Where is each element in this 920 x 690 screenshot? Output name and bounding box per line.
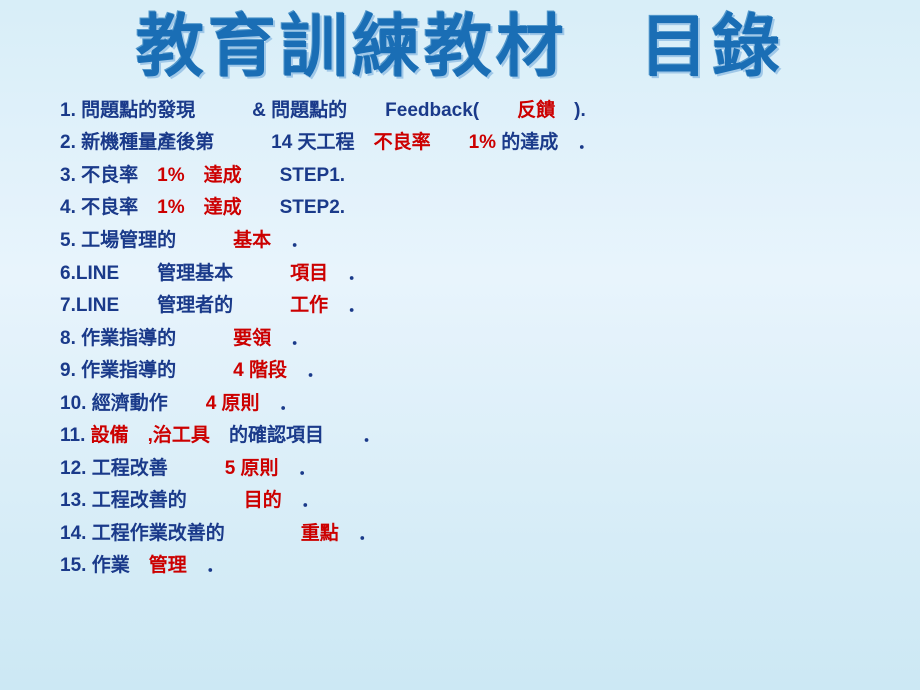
item-num: 11. bbox=[60, 425, 85, 446]
item-text2: ． bbox=[328, 295, 366, 316]
list-item: 13. 工程改善的 目的 ． bbox=[60, 487, 860, 515]
item-text1: 工程改善 bbox=[86, 458, 224, 479]
item-text1: 工程作業改善的 bbox=[86, 523, 300, 544]
item-text2: ). bbox=[555, 100, 586, 121]
item-num: 12. bbox=[60, 458, 86, 479]
item-text2: ． bbox=[282, 490, 320, 511]
item-text1: 經濟動作 bbox=[86, 393, 205, 414]
item-num: 6. bbox=[60, 263, 76, 284]
item-red: 1% 達成 bbox=[157, 197, 241, 218]
item-red: 項目 bbox=[290, 263, 328, 284]
page: 教育訓練教材 目錄 1. 問題點的發現 & 問題點的 Feedback( 反饋 … bbox=[0, 0, 920, 690]
item-text2: ． bbox=[271, 230, 309, 251]
item-highlight: Feedback( bbox=[385, 100, 517, 121]
item-num: 4. bbox=[60, 197, 76, 218]
item-text2: ． bbox=[271, 328, 309, 349]
item-red: 目的 bbox=[244, 490, 282, 511]
item-red: 5 原則 bbox=[225, 458, 279, 479]
item-text2: ． bbox=[339, 523, 377, 544]
item-num: 10. bbox=[60, 393, 86, 414]
item-text1: 工程改善的 bbox=[86, 490, 243, 511]
item-text1: 作業指導的 bbox=[76, 328, 233, 349]
item-num: 15. bbox=[60, 555, 86, 576]
item-red: 工作 bbox=[290, 295, 328, 316]
page-title: 教育訓練教材 目錄 bbox=[60, 10, 860, 85]
list-item: 5. 工場管理的 基本 ． bbox=[60, 227, 860, 255]
item-text2: ． bbox=[187, 555, 225, 576]
list-item: 15. 作業 管理 ． bbox=[60, 552, 860, 580]
item-red: 反饋 bbox=[517, 100, 555, 121]
item-text2: STEP1. bbox=[242, 165, 345, 186]
item-num: 14. bbox=[60, 523, 86, 544]
list-item: 10. 經濟動作 4 原則 ． bbox=[60, 390, 860, 418]
item-red: 1% 達成 bbox=[157, 165, 241, 186]
item-red: 4 階段 bbox=[233, 360, 287, 381]
item-num: 13. bbox=[60, 490, 86, 511]
item-text2: 的達成 ． bbox=[496, 132, 596, 153]
item-red: 基本 bbox=[233, 230, 271, 251]
item-num: 3. bbox=[60, 165, 76, 186]
item-red: 管理 bbox=[149, 555, 187, 576]
item-text2: STEP2. bbox=[242, 197, 345, 218]
item-red: 要領 bbox=[233, 328, 271, 349]
item-num: 2. bbox=[60, 132, 76, 153]
item-text1: 不良率 bbox=[76, 197, 157, 218]
item-text1: 作業指導的 bbox=[76, 360, 233, 381]
item-text2: ． bbox=[279, 458, 317, 479]
item-red: 不良率 1% bbox=[374, 132, 496, 153]
list-item: 11. 設備 ,治工具 的確認項目 ． bbox=[60, 422, 860, 450]
item-num: 7. bbox=[60, 295, 76, 316]
list-item: 12. 工程改善 5 原則 ． bbox=[60, 455, 860, 483]
list-item: 1. 問題點的發現 & 問題點的 Feedback( 反饋 ). bbox=[60, 97, 860, 125]
item-red: 4 原則 bbox=[206, 393, 260, 414]
item-red: 設備 ,治工具 bbox=[91, 425, 210, 446]
item-text1: 問題點的發現 & 問題點的 bbox=[76, 100, 385, 121]
item-text1: LINE 管理者的 bbox=[76, 295, 290, 316]
list-item: 9. 作業指導的 4 階段 ． bbox=[60, 357, 860, 385]
item-text1: 新機種量產後第 14 天工程 bbox=[76, 132, 374, 153]
list-item: 4. 不良率 1% 達成 STEP2. bbox=[60, 194, 860, 222]
item-text1: LINE 管理基本 bbox=[76, 263, 290, 284]
item-text1: 不良率 bbox=[76, 165, 157, 186]
list-item: 3. 不良率 1% 達成 STEP1. bbox=[60, 162, 860, 190]
list-item: 2. 新機種量產後第 14 天工程 不良率 1% 的達成 ． bbox=[60, 129, 860, 157]
item-text1: 作業 bbox=[86, 555, 148, 576]
item-num: 1. bbox=[60, 100, 76, 121]
item-num: 5. bbox=[60, 230, 76, 251]
item-text1: 工場管理的 bbox=[76, 230, 233, 251]
list-item: 6.LINE 管理基本 項目 ． bbox=[60, 260, 860, 288]
list-item: 8. 作業指導的 要領 ． bbox=[60, 325, 860, 353]
list-item: 7.LINE 管理者的 工作 ． bbox=[60, 292, 860, 320]
list-item: 14. 工程作業改善的 重點 ． bbox=[60, 520, 860, 548]
item-num: 9. bbox=[60, 360, 76, 381]
item-text2: ． bbox=[328, 263, 366, 284]
item-red: 重點 bbox=[301, 523, 339, 544]
item-text2: ． bbox=[260, 393, 298, 414]
item-text2: 的確認項目 ． bbox=[210, 425, 381, 446]
item-text2: ． bbox=[287, 360, 325, 381]
item-num: 8. bbox=[60, 328, 76, 349]
table-of-contents: 1. 問題點的發現 & 問題點的 Feedback( 反饋 ). 2. 新機種量產… bbox=[60, 97, 860, 580]
